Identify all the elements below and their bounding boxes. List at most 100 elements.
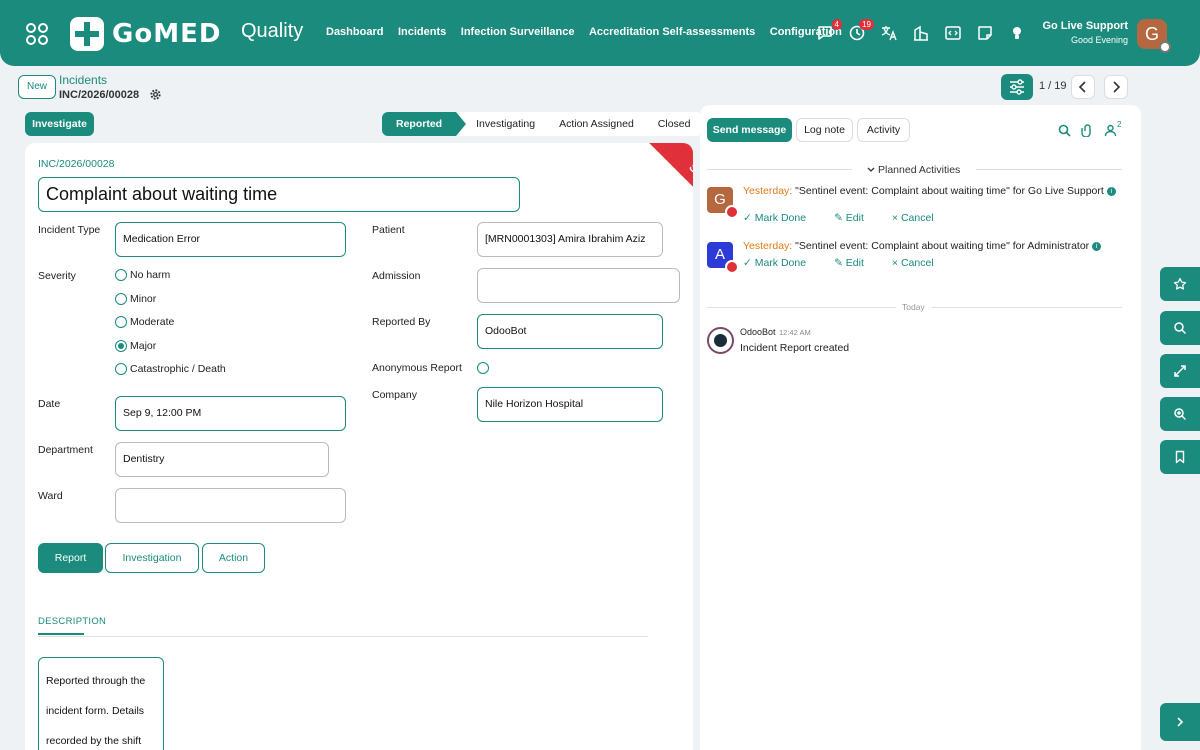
menu-item-incidents[interactable]: Incidents — [398, 26, 446, 38]
menu-item-accreditation[interactable]: Accreditation Self-assessments — [589, 26, 755, 38]
severity-option-minor[interactable]: Minor — [115, 293, 156, 305]
log-note-button[interactable]: Log note — [796, 118, 853, 142]
bookmark-side-button[interactable] — [1160, 440, 1200, 474]
activity-avatar[interactable]: G — [707, 187, 739, 219]
user-avatar-letter: G — [1144, 24, 1159, 44]
mark-done-button[interactable]: ✓ Mark Done — [743, 212, 820, 224]
breadcrumb-record: INC/2026/00028 — [59, 89, 140, 101]
followers-icon[interactable] — [1104, 124, 1117, 137]
info-icon[interactable]: i — [1106, 186, 1116, 196]
investigate-button[interactable]: Investigate — [25, 112, 94, 136]
translate-icon[interactable] — [880, 24, 898, 42]
activity-button[interactable]: Activity — [857, 118, 910, 142]
admission-field[interactable] — [477, 268, 680, 303]
brand-logo[interactable]: GoMED — [70, 16, 221, 52]
severity-option-catastrophic[interactable]: Catastrophic / Death — [115, 363, 226, 375]
edit-label: Edit — [845, 257, 864, 269]
messages-icon[interactable]: 4 — [816, 19, 842, 42]
edit-button[interactable]: ✎ Edit — [834, 257, 878, 269]
company-field[interactable]: Nile Horizon Hospital — [477, 387, 663, 422]
chevron-right-icon — [1177, 717, 1184, 727]
severity-option-label: Catastrophic / Death — [130, 363, 226, 375]
chevron-down-icon[interactable] — [867, 166, 875, 174]
stage-action-assigned[interactable]: Action Assigned — [547, 112, 646, 136]
activity-summary: Yesterday: "Sentinel event: Complaint ab… — [743, 185, 1133, 197]
separator — [707, 307, 896, 308]
activity-avatar[interactable]: A — [707, 242, 739, 274]
send-message-button[interactable]: Send message — [707, 118, 792, 142]
severity-option-major[interactable]: Major — [115, 340, 156, 352]
stage-statusbar: Reported Investigating Action Assigned C… — [382, 112, 703, 136]
stage-closed[interactable]: Closed — [646, 112, 703, 136]
note-icon[interactable] — [976, 24, 994, 42]
user-avatar[interactable]: G — [1137, 19, 1171, 53]
stage-investigating[interactable]: Investigating — [456, 112, 547, 136]
admission-label: Admission — [372, 270, 421, 282]
mark-done-label: Mark Done — [754, 212, 807, 224]
apps-menu-icon[interactable] — [26, 23, 48, 45]
activity-assignee: for Go Live Support — [1012, 185, 1104, 197]
zoom-side-button[interactable] — [1160, 397, 1200, 431]
radio-icon — [115, 363, 127, 375]
user-name: Go Live Support — [1042, 20, 1128, 32]
code-window-icon[interactable] — [944, 24, 962, 42]
paperclip-icon[interactable] — [1081, 124, 1094, 137]
menu-item-dashboard[interactable]: Dashboard — [326, 26, 383, 38]
cancel-button[interactable]: × Cancel — [892, 212, 948, 224]
planned-activities-toggle[interactable]: Planned Activities — [878, 164, 960, 176]
user-menu[interactable]: Go Live Support Good Evening — [1042, 20, 1128, 45]
expand-side-button[interactable] — [1160, 354, 1200, 388]
incident-type-field[interactable]: Medication Error — [115, 222, 346, 257]
mark-done-button[interactable]: ✓ Mark Done — [743, 257, 820, 269]
severity-option-no-harm[interactable]: No harm — [115, 269, 170, 281]
incident-title-input[interactable]: Complaint about waiting time — [38, 177, 520, 212]
odoobot-avatar[interactable] — [707, 327, 734, 354]
tab-report[interactable]: Report — [38, 543, 103, 573]
breadcrumb-incidents[interactable]: Incidents — [59, 73, 107, 87]
severity-option-moderate[interactable]: Moderate — [115, 316, 174, 328]
info-icon[interactable]: i — [1092, 241, 1102, 251]
activity-actions: ✓ Mark Done ✎ Edit × Cancel — [743, 212, 962, 224]
date-separator-today: Today — [902, 302, 925, 312]
separator — [932, 307, 1122, 308]
app-name[interactable]: Quality — [241, 20, 303, 43]
tab-active-indicator — [38, 633, 84, 635]
date-field[interactable]: Sep 9, 12:00 PM — [115, 396, 346, 431]
stage-reported[interactable]: Reported — [382, 112, 467, 136]
company-switch-icon[interactable] — [912, 24, 930, 42]
tab-investigation[interactable]: Investigation — [105, 543, 199, 573]
date-label: Date — [38, 398, 61, 410]
search-icon[interactable] — [1058, 124, 1071, 137]
separator — [976, 169, 1122, 170]
department-field[interactable]: Dentistry — [115, 442, 329, 477]
tab-description[interactable]: DESCRIPTION — [38, 616, 106, 627]
search-side-button[interactable] — [1160, 311, 1200, 345]
favorite-side-button[interactable] — [1160, 267, 1200, 301]
anonymous-report-checkbox[interactable] — [477, 362, 492, 374]
new-record-button[interactable]: New — [18, 75, 56, 99]
message-author[interactable]: OdooBot — [740, 327, 776, 337]
collapse-side-button[interactable] — [1160, 703, 1200, 741]
reported-by-field[interactable]: OdooBot — [477, 314, 663, 349]
pager-previous-button[interactable] — [1071, 75, 1095, 99]
lightbulb-icon[interactable] — [1008, 24, 1026, 42]
edit-button[interactable]: ✎ Edit — [834, 212, 878, 224]
systray: 4 19 — [816, 19, 1040, 42]
pager-value[interactable]: 1 / 19 — [1039, 80, 1067, 92]
activity-title: "Sentinel event: Complaint about waiting… — [795, 185, 1010, 197]
tab-action[interactable]: Action — [202, 543, 265, 573]
cancel-label: Cancel — [900, 212, 934, 224]
cancel-button[interactable]: × Cancel — [892, 257, 948, 269]
patient-field[interactable]: [MRN0001303] Amira Ibrahim Aziz — [477, 222, 663, 257]
filter-settings-button[interactable] — [1001, 74, 1033, 100]
ward-field[interactable] — [115, 488, 346, 523]
followers-count: 2 — [1117, 120, 1122, 129]
pager-next-button[interactable] — [1104, 75, 1128, 99]
gear-icon[interactable] — [149, 88, 162, 101]
activities-clock-icon[interactable]: 19 — [848, 19, 874, 42]
activity-status-icon — [725, 205, 739, 219]
sentinel-ribbon: SENTINEL — [605, 143, 693, 283]
menu-item-infection-surveillance[interactable]: Infection Surveillance — [461, 26, 575, 38]
description-textarea[interactable]: Reported through the incident form. Deta… — [38, 657, 164, 750]
severity-option-label: Major — [130, 340, 157, 352]
